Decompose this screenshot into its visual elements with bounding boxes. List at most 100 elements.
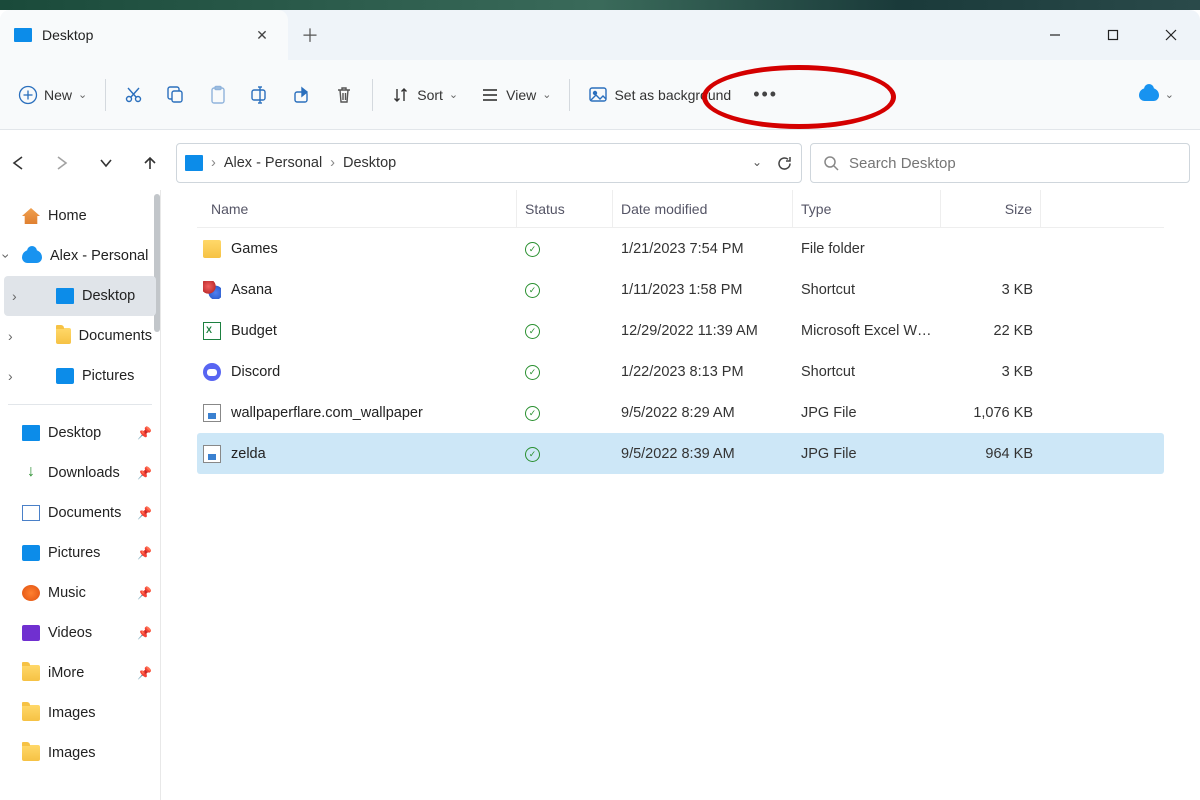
sidebar-item-account[interactable]: Alex - Personal (0, 236, 160, 276)
jpg-icon (203, 445, 221, 463)
discord-icon (203, 363, 221, 381)
sidebar-item-desktop[interactable]: Desktop (4, 276, 156, 316)
table-row[interactable]: Discord1/22/2023 8:13 PMShortcut3 KB (197, 351, 1164, 392)
column-type[interactable]: Type (793, 190, 941, 227)
breadcrumb-segment[interactable]: Desktop (343, 155, 396, 171)
rename-button[interactable] (242, 75, 278, 115)
set-background-label: Set as background (614, 87, 731, 103)
table-row[interactable]: zelda9/5/2022 8:39 AMJPG File964 KB (197, 433, 1164, 474)
set-background-button[interactable]: Set as background (580, 75, 739, 115)
sort-icon (391, 85, 411, 105)
folder-icon (22, 705, 40, 721)
sidebar-item-pictures[interactable]: Pictures (0, 356, 160, 396)
sidebar-item-home[interactable]: Home (0, 196, 160, 236)
toolbar: New ⌄ Sort ⌄ View ⌄ Set as background ••… (0, 60, 1200, 130)
sidebar-quick-imore[interactable]: iMore 📌 (0, 653, 160, 693)
file-size: 964 KB (941, 446, 1041, 462)
sidebar-label: Documents (79, 328, 152, 344)
chevron-down-icon[interactable]: ⌄ (752, 155, 762, 172)
plus-circle-icon (18, 85, 38, 105)
column-date[interactable]: Date modified (613, 190, 793, 227)
search-icon (823, 155, 839, 171)
file-size: 1,076 KB (941, 405, 1041, 421)
title-bar: Desktop ✕ ＋ (0, 10, 1200, 60)
search-box[interactable] (810, 143, 1190, 183)
document-icon (22, 505, 40, 521)
sidebar-quick-desktop[interactable]: Desktop📌 (0, 413, 160, 453)
pin-icon: 📌 (137, 666, 152, 680)
file-type: Microsoft Excel W… (793, 323, 941, 339)
forward-button[interactable] (44, 145, 80, 181)
file-date: 1/21/2023 7:54 PM (613, 241, 793, 257)
pin-icon: 📌 (137, 506, 152, 520)
back-button[interactable] (0, 145, 36, 181)
recent-button[interactable] (88, 145, 124, 181)
new-button[interactable]: New ⌄ (10, 75, 95, 115)
table-row[interactable]: Asana1/11/2023 1:58 PMShortcut3 KB (197, 269, 1164, 310)
column-name[interactable]: Nameˆ (197, 190, 517, 227)
file-name: Budget (231, 323, 277, 339)
pictures-icon (56, 368, 74, 384)
file-name: zelda (231, 446, 266, 462)
file-date: 9/5/2022 8:39 AM (613, 446, 793, 462)
onedrive-status[interactable]: ⌄ (1123, 88, 1190, 101)
rename-icon (250, 85, 270, 105)
copy-icon (166, 85, 186, 105)
paste-button[interactable] (200, 75, 236, 115)
close-button[interactable] (1142, 12, 1200, 58)
pin-icon: 📌 (137, 426, 152, 440)
column-size[interactable]: Size (941, 190, 1041, 227)
sync-ok-icon (525, 242, 540, 257)
file-date: 1/22/2023 8:13 PM (613, 364, 793, 380)
table-row[interactable]: wallpaperflare.com_wallpaper9/5/2022 8:2… (197, 392, 1164, 433)
close-tab-button[interactable]: ✕ (248, 21, 276, 49)
sidebar-quick-videos[interactable]: Videos📌 (0, 613, 160, 653)
sort-button[interactable]: Sort ⌄ (383, 75, 466, 115)
more-button[interactable]: ••• (745, 75, 786, 115)
sidebar: Home Alex - Personal Desktop Documents P… (0, 190, 161, 800)
sidebar-item-documents[interactable]: Documents (0, 316, 160, 356)
sidebar-quick-documents[interactable]: Documents📌 (0, 493, 160, 533)
view-button[interactable]: View ⌄ (472, 75, 559, 115)
breadcrumb-segment[interactable]: Alex - Personal (224, 155, 322, 171)
window-controls (1026, 12, 1200, 58)
maximize-button[interactable] (1084, 12, 1142, 58)
tab-desktop[interactable]: Desktop ✕ (0, 10, 288, 60)
address-bar[interactable]: › Alex - Personal › Desktop ⌄ (176, 143, 802, 183)
new-tab-button[interactable]: ＋ (288, 13, 332, 57)
folder-icon (56, 328, 71, 344)
file-type: JPG File (793, 405, 941, 421)
folder-icon (203, 240, 221, 258)
sidebar-label: Images (48, 705, 96, 721)
search-input[interactable] (849, 155, 1177, 172)
separator (105, 79, 106, 111)
delete-button[interactable] (326, 75, 362, 115)
sidebar-label: iMore (48, 665, 84, 681)
file-date: 1/11/2023 1:58 PM (613, 282, 793, 298)
refresh-button[interactable] (776, 155, 793, 172)
share-button[interactable] (284, 75, 320, 115)
chevron-down-icon: ⌄ (1165, 88, 1174, 101)
sort-label: Sort (417, 87, 443, 103)
sidebar-quick-music[interactable]: Music📌 (0, 573, 160, 613)
file-type: Shortcut (793, 364, 941, 380)
cut-button[interactable] (116, 75, 152, 115)
sidebar-quick-images[interactable]: Images (0, 693, 160, 733)
sidebar-label: Downloads (48, 465, 120, 481)
chevron-down-icon: ⌄ (449, 88, 458, 101)
sidebar-quick-pictures[interactable]: Pictures📌 (0, 533, 160, 573)
up-button[interactable] (132, 145, 168, 181)
tab-title: Desktop (42, 27, 238, 43)
minimize-button[interactable] (1026, 12, 1084, 58)
folder-icon (22, 745, 40, 761)
sidebar-quick-images-2[interactable]: Images (0, 733, 160, 773)
table-row[interactable]: Budget12/29/2022 11:39 AMMicrosoft Excel… (197, 310, 1164, 351)
table-row[interactable]: Games1/21/2023 7:54 PMFile folder (197, 228, 1164, 269)
music-icon (22, 585, 40, 601)
picture-icon (588, 85, 608, 105)
sidebar-quick-downloads[interactable]: ↓Downloads📌 (0, 453, 160, 493)
copy-button[interactable] (158, 75, 194, 115)
home-icon (22, 208, 40, 224)
trash-icon (334, 85, 354, 105)
column-status[interactable]: Status (517, 190, 613, 227)
